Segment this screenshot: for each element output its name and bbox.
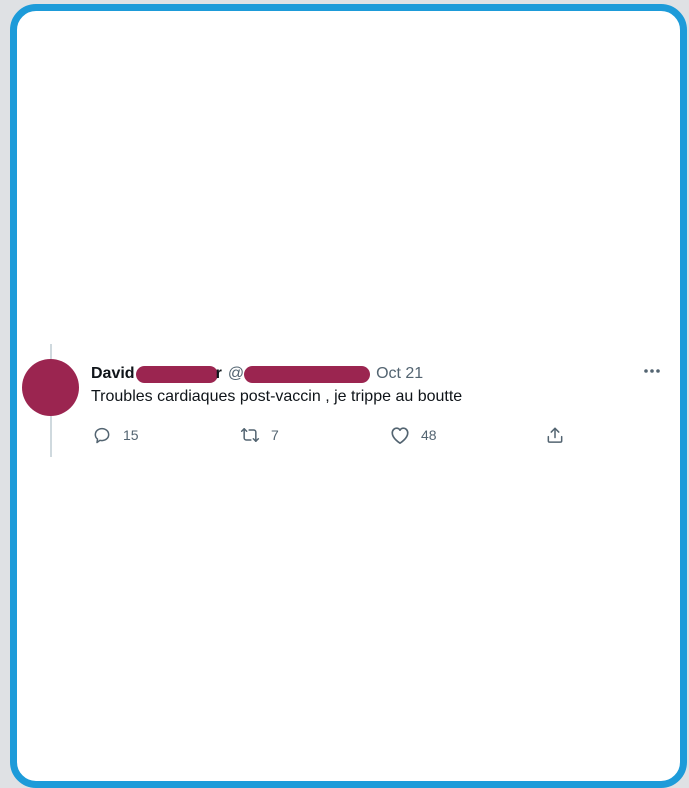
- share-icon: [544, 424, 566, 446]
- more-options-button[interactable]: [640, 361, 664, 381]
- tweet-date[interactable]: Oct 21: [376, 365, 423, 383]
- reply-icon: [91, 424, 113, 446]
- more-dots-icon: [643, 368, 661, 374]
- display-name-tail: r: [215, 365, 222, 382]
- tweet-text: Troubles cardiaques post-vaccin , je tri…: [91, 388, 463, 405]
- redacted-handle-block: [244, 365, 371, 383]
- avatar[interactable]: [22, 359, 79, 416]
- retweet-button[interactable]: 7: [239, 423, 279, 447]
- retweet-icon: [239, 424, 261, 446]
- like-button[interactable]: 48: [389, 423, 437, 447]
- retweet-count: 7: [271, 427, 279, 443]
- tweet-header: David r @ Oct 21: [91, 363, 423, 385]
- reply-button[interactable]: 15: [91, 423, 139, 447]
- display-name[interactable]: David: [91, 365, 135, 383]
- reply-count: 15: [123, 427, 139, 443]
- tweet-actions: 15 7 48: [91, 423, 571, 447]
- like-count: 48: [421, 427, 437, 443]
- redacted-name-block: [135, 365, 218, 383]
- screenshot-frame: David r @ Oct 21 Troubles cardiaques pos…: [10, 4, 687, 788]
- handle-prefix: @: [227, 365, 245, 382]
- heart-icon: [389, 424, 411, 446]
- share-button[interactable]: [544, 423, 566, 447]
